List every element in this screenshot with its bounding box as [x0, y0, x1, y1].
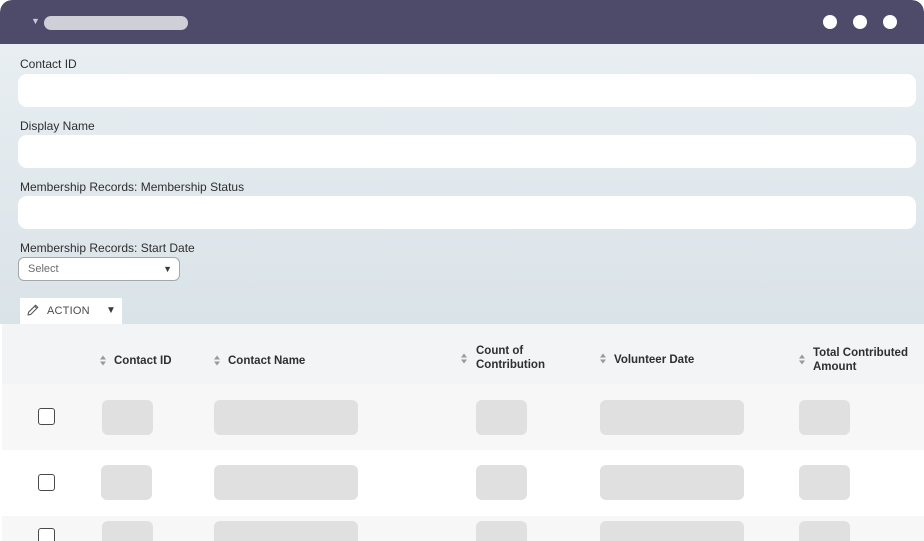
- start-date-select[interactable]: Select ▼: [18, 257, 180, 281]
- contact-id-label: Contact ID: [20, 57, 77, 71]
- cell-placeholder: [214, 521, 358, 541]
- sort-icon[interactable]: [461, 353, 467, 364]
- table-header: Contact ID Contact Name Count of Contrib…: [2, 324, 924, 384]
- results-table: Contact ID Contact Name Count of Contrib…: [2, 324, 924, 541]
- table-row[interactable]: [2, 516, 924, 541]
- sort-icon[interactable]: [214, 355, 220, 366]
- cell-placeholder: [799, 465, 850, 500]
- sort-icon[interactable]: [600, 353, 606, 364]
- start-date-label: Membership Records: Start Date: [20, 241, 195, 255]
- display-name-label: Display Name: [20, 119, 95, 133]
- sort-icon[interactable]: [799, 354, 805, 365]
- column-header-line: Total Contributed: [813, 347, 908, 359]
- window-control-dot-icon[interactable]: [823, 15, 837, 29]
- pencil-icon: [27, 304, 39, 316]
- membership-status-label: Membership Records: Membership Status: [20, 180, 245, 194]
- window-control-dot-icon[interactable]: [853, 15, 867, 29]
- membership-status-input[interactable]: [18, 196, 916, 229]
- column-header-line: Amount: [813, 361, 857, 373]
- column-header-line: Contribution: [476, 359, 545, 371]
- cell-placeholder: [476, 465, 527, 500]
- column-header-volunteer-date[interactable]: Volunteer Date: [614, 353, 694, 367]
- column-header-contact-id[interactable]: Contact ID: [114, 354, 172, 368]
- cell-placeholder: [214, 465, 358, 500]
- action-button-label: ACTION: [47, 305, 90, 317]
- column-header-line: Count of: [476, 345, 524, 357]
- cell-placeholder: [476, 521, 527, 541]
- window-control-dot-icon[interactable]: [883, 15, 897, 29]
- cell-placeholder: [102, 521, 153, 541]
- cell-placeholder: [102, 400, 153, 435]
- filter-panel: Contact ID Display Name Membership Recor…: [0, 44, 924, 324]
- contact-id-input[interactable]: [18, 74, 916, 107]
- sort-icon[interactable]: [100, 355, 106, 366]
- window-title-placeholder: [44, 16, 188, 30]
- action-button[interactable]: ACTION ▼: [20, 298, 122, 324]
- app-window: ▼ Contact ID Display Name Membership Rec…: [0, 0, 924, 541]
- cell-placeholder: [600, 521, 744, 541]
- cell-placeholder: [101, 465, 152, 500]
- cell-placeholder: [600, 465, 744, 500]
- column-header-total-contributed-amount[interactable]: Total Contributed Amount: [813, 346, 908, 374]
- row-checkbox[interactable]: [38, 408, 55, 425]
- table-row[interactable]: [2, 450, 924, 516]
- chevron-down-icon: ▼: [163, 264, 172, 274]
- column-header-count-of-contribution[interactable]: Count of Contribution: [476, 344, 545, 372]
- title-bar: ▼: [0, 0, 924, 44]
- start-date-select-value: Select: [28, 263, 59, 275]
- cell-placeholder: [476, 400, 527, 435]
- collapse-caret-icon[interactable]: ▼: [31, 16, 40, 26]
- chevron-down-icon: ▼: [106, 305, 116, 316]
- cell-placeholder: [799, 400, 850, 435]
- cell-placeholder: [600, 400, 744, 435]
- cell-placeholder: [214, 400, 358, 435]
- row-checkbox[interactable]: [38, 474, 55, 491]
- row-checkbox[interactable]: [38, 528, 55, 541]
- column-header-contact-name[interactable]: Contact Name: [228, 354, 305, 368]
- cell-placeholder: [799, 521, 850, 541]
- display-name-input[interactable]: [18, 135, 916, 168]
- table-row[interactable]: [2, 384, 924, 450]
